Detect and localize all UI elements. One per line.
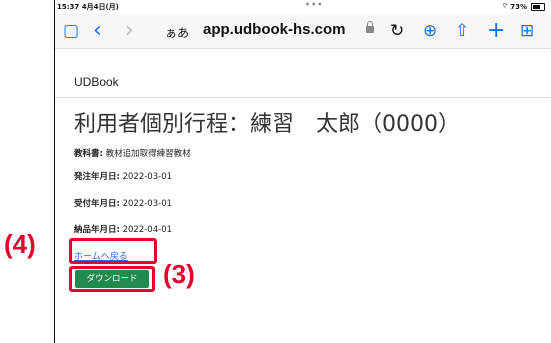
tabs-overview-icon[interactable]: ⊞ bbox=[520, 20, 534, 42]
battery-percent: 73% bbox=[510, 2, 527, 11]
callout-home: (4) bbox=[4, 229, 36, 259]
back-icon[interactable]: ‹ bbox=[93, 20, 102, 42]
header-divider bbox=[55, 97, 551, 98]
field-received-date: 受付年月日: 2022-03-01 bbox=[74, 199, 173, 209]
new-tab-icon[interactable]: + bbox=[487, 20, 505, 42]
reload-icon[interactable]: ↻ bbox=[390, 20, 404, 42]
multitask-dots: ••• bbox=[305, 0, 324, 9]
download-icon[interactable]: ⊕ bbox=[423, 20, 437, 42]
field-textbook: 教科書: 教材追加取得練習教材 bbox=[74, 149, 191, 159]
forward-icon[interactable]: › bbox=[125, 20, 134, 42]
share-icon[interactable]: ⇧ bbox=[455, 20, 469, 42]
field-order-date: 発注年月日: 2022-03-01 bbox=[74, 172, 173, 182]
tablet-screen: 15:37 4月4日(月) ••• ⌔ 73% ▢ ‹ › ぁあ app.udb… bbox=[54, 0, 551, 343]
field-delivery-date: 納品年月日: 2022-04-01 bbox=[74, 225, 173, 235]
sidebar-icon[interactable]: ▢ bbox=[63, 20, 79, 42]
reader-settings-button[interactable]: ぁあ bbox=[165, 24, 189, 41]
callout-download: (3) bbox=[163, 259, 195, 289]
address-bar[interactable]: app.udbook-hs.com bbox=[203, 21, 346, 38]
browser-toolbar: ▢ ‹ › ぁあ app.udbook-hs.com ↻ ⊕ ⇧ + ⊞ bbox=[55, 14, 551, 49]
page-title: 利用者個別行程：練習 太郎（0000） bbox=[74, 112, 460, 137]
wifi-icon: ⌔ bbox=[501, 2, 509, 10]
battery-icon bbox=[531, 2, 545, 11]
site-brand[interactable]: UDBook bbox=[74, 75, 119, 89]
lock-icon bbox=[366, 21, 374, 33]
highlight-home-link bbox=[69, 238, 157, 264]
status-bar: 15:37 4月4日(月) ••• ⌔ 73% bbox=[55, 0, 551, 14]
status-time: 15:37 4月4日(月) bbox=[57, 3, 119, 11]
highlight-download-button bbox=[69, 266, 155, 292]
status-right: ⌔ 73% bbox=[502, 2, 545, 11]
